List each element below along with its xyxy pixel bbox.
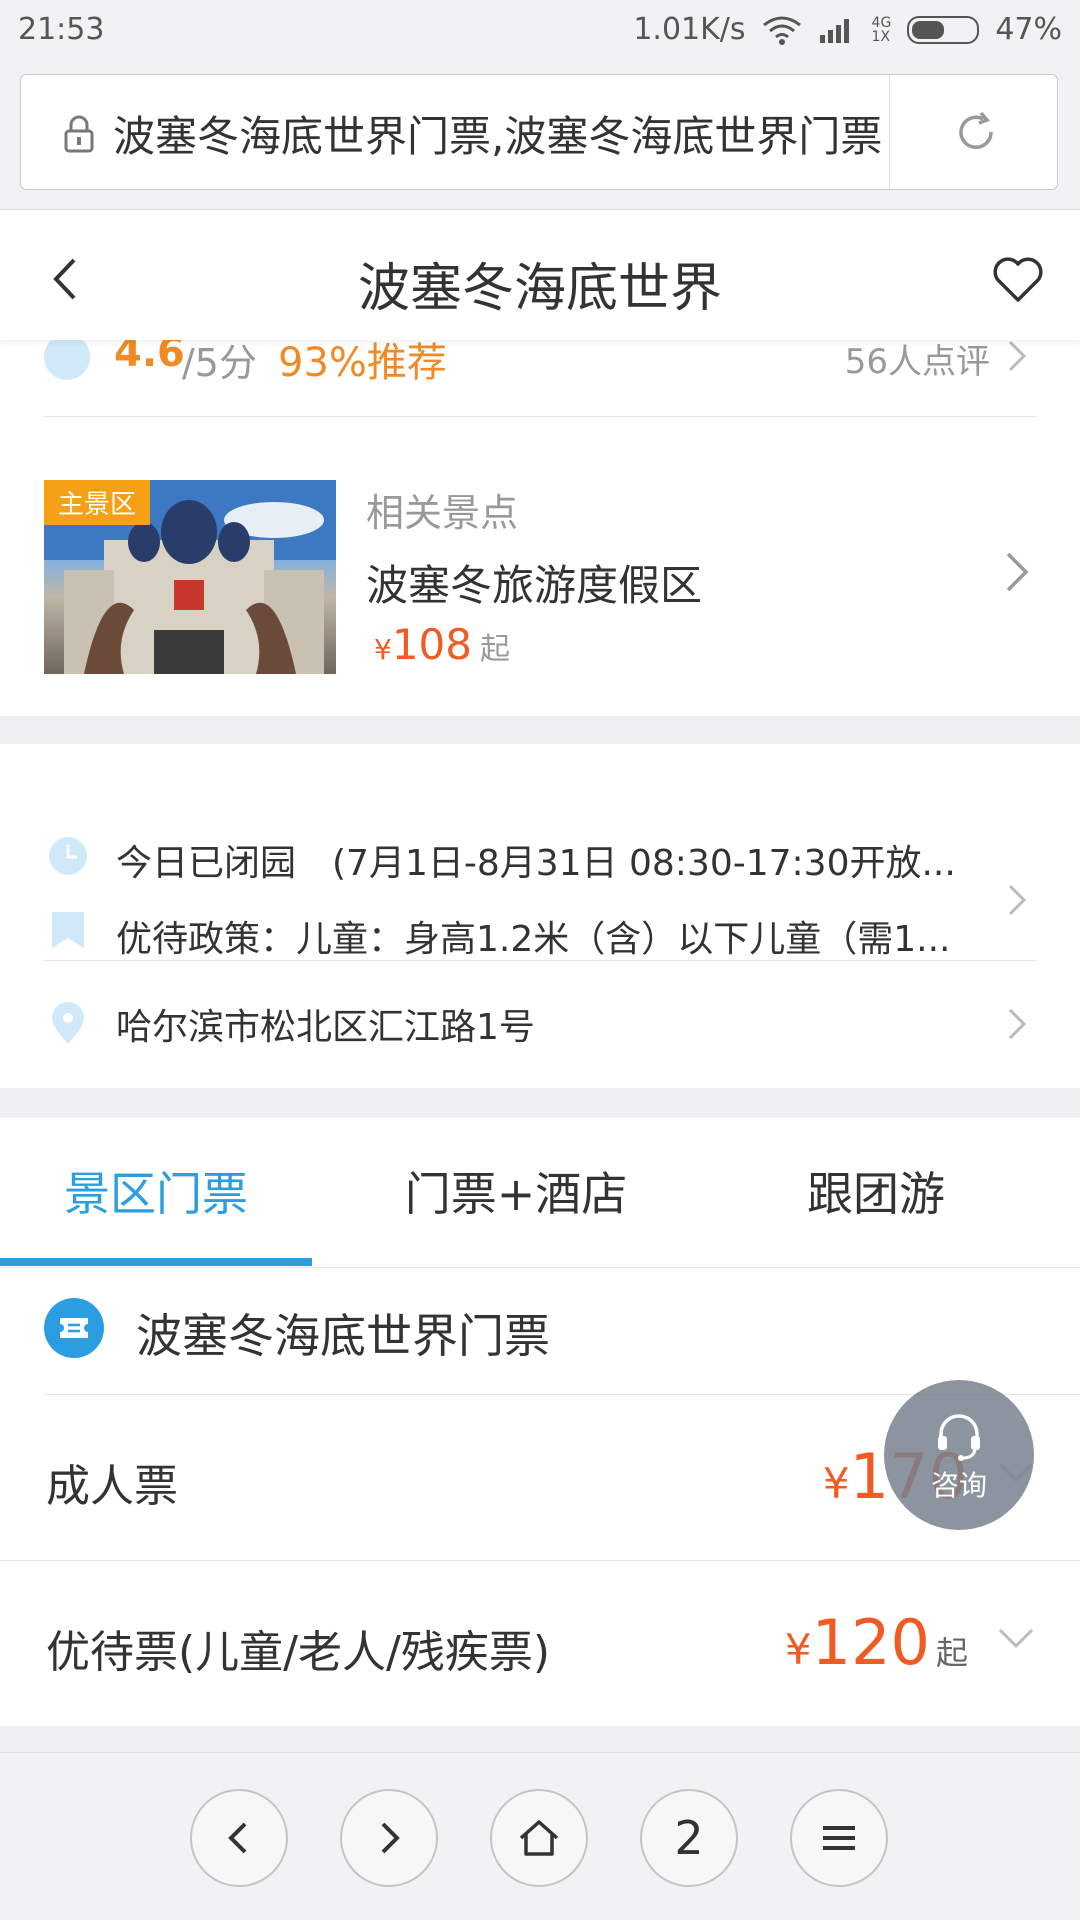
- home-icon: [519, 1820, 559, 1856]
- page-title: 波塞冬海底世界: [357, 259, 722, 319]
- network-type-top: 4G: [871, 14, 892, 31]
- divider: [44, 416, 1036, 417]
- currency-symbol: ¥: [822, 1459, 850, 1508]
- divider: [44, 960, 1036, 961]
- consult-button[interactable]: 咨询: [884, 1380, 1034, 1530]
- section-gap: [0, 1726, 1080, 1752]
- main-area-tag: 主景区: [44, 480, 151, 525]
- chevron-left-icon: [228, 1822, 247, 1854]
- network-speed: 1.01K/s: [633, 12, 746, 47]
- currency-symbol: ¥: [784, 1625, 812, 1674]
- battery-icon: [907, 15, 980, 44]
- browser-bottom-nav: 2: [0, 1752, 1080, 1920]
- wifi-icon: [762, 16, 801, 45]
- chevron-right-icon: [1008, 340, 1027, 372]
- chevron-right-icon: [1006, 552, 1029, 592]
- price-suffix: 起: [480, 632, 510, 667]
- smile-icon: [44, 334, 90, 380]
- url-divider: [889, 75, 890, 191]
- info-block: 今日已闭园 (7月1日-8月31日 08:30-17:30开放... 优待政策：…: [0, 744, 1080, 1088]
- lock-icon: [64, 115, 94, 153]
- price-suffix: 起: [935, 1634, 968, 1672]
- hours-policy-row[interactable]: 今日已闭园 (7月1日-8月31日 08:30-17:30开放... 优待政策：…: [0, 788, 1080, 960]
- consult-label: 咨询: [930, 1469, 987, 1502]
- product-tabs: 景区门票 门票+酒店 跟团游: [0, 1118, 1080, 1268]
- chevron-right-icon: [1008, 1008, 1027, 1040]
- nav-back-button[interactable]: [190, 1789, 288, 1887]
- tab-group-tour[interactable]: 跟团游: [696, 1158, 1056, 1224]
- heart-icon[interactable]: [990, 252, 1046, 308]
- battery-percent: 47%: [995, 12, 1062, 47]
- chevron-right-icon: [381, 1822, 400, 1854]
- ticket-name: 成人票: [46, 1461, 178, 1512]
- signal-icon: [819, 18, 849, 43]
- discount-policy: 优待政策：儿童：身高1.2米（含）以下儿童（需1...: [116, 919, 951, 960]
- price-value: 120: [811, 1606, 930, 1679]
- ticket-icon: [44, 1298, 104, 1358]
- page-header: 波塞冬海底世界: [0, 210, 1080, 340]
- browser-toolbar: 波塞冬海底世界门票,波塞冬海底世界门票: [0, 60, 1080, 210]
- address: 哈尔滨市松北区汇江路1号: [116, 1007, 535, 1048]
- rating-scale: /5分: [182, 341, 257, 385]
- chevron-down-icon[interactable]: [996, 1626, 1036, 1650]
- tab-scenic-tickets[interactable]: 景区门票: [0, 1158, 336, 1224]
- status-right: 1.01K/s 4G 1X 47%: [633, 12, 1062, 47]
- network-type-bottom: 1X: [871, 28, 891, 45]
- ticket-row[interactable]: 优待票(儿童/老人/残疾票) ¥120 起: [0, 1562, 1080, 1726]
- ticket-section-header: 波塞冬海底世界门票: [0, 1270, 1080, 1394]
- status-time: 21:53: [18, 12, 105, 47]
- section-gap: [0, 1088, 1080, 1118]
- tab-ticket-hotel[interactable]: 门票+酒店: [336, 1158, 696, 1224]
- currency-symbol: ¥: [374, 633, 392, 666]
- related-spot-label: 相关景点: [366, 491, 519, 535]
- related-spot-card[interactable]: 主景区 相关景点 波塞冬旅游度假区 ¥108 起: [0, 420, 1080, 716]
- address-row[interactable]: 哈尔滨市松北区汇江路1号: [0, 962, 1080, 1088]
- network-type: 4G 1X: [872, 16, 892, 44]
- nav-menu-button[interactable]: [790, 1789, 888, 1887]
- ticket-section-title: 波塞冬海底世界门票: [136, 1309, 550, 1363]
- battery-fill: [912, 20, 945, 39]
- bookmark-icon: [52, 912, 84, 948]
- opening-hours: 今日已闭园 (7月1日-8月31日 08:30-17:30开放...: [116, 843, 956, 884]
- related-spot-price: ¥108 起: [374, 620, 510, 669]
- menu-icon: [823, 1826, 855, 1850]
- chevron-right-icon: [1008, 884, 1027, 916]
- active-tab-indicator: [0, 1258, 312, 1266]
- section-gap: [0, 716, 1080, 744]
- related-spot-name: 波塞冬旅游度假区: [366, 561, 703, 610]
- review-count: 56人点评: [844, 342, 990, 382]
- nav-forward-button[interactable]: [340, 1789, 438, 1887]
- ticket-price: ¥120 起: [785, 1606, 968, 1679]
- nav-home-button[interactable]: [490, 1789, 588, 1887]
- url-bar[interactable]: 波塞冬海底世界门票,波塞冬海底世界门票: [20, 74, 1058, 191]
- price-value: 108: [391, 620, 472, 669]
- rating-row[interactable]: 4.6 /5分 93%推荐 56人点评: [0, 330, 1080, 418]
- location-icon: [52, 1002, 84, 1044]
- ticket-name: 优待票(儿童/老人/残疾票): [46, 1627, 550, 1678]
- headset-icon: [938, 1414, 980, 1461]
- tab-count: 2: [674, 1811, 704, 1865]
- reload-icon[interactable]: [951, 107, 1001, 157]
- url-text[interactable]: 波塞冬海底世界门票,波塞冬海底世界门票: [113, 103, 883, 164]
- divider: [0, 1560, 1080, 1561]
- clock-icon: [49, 837, 87, 875]
- status-bar: 21:53 1.01K/s 4G 1X 47%: [0, 0, 1080, 60]
- nav-tabs-button[interactable]: 2: [640, 1789, 738, 1887]
